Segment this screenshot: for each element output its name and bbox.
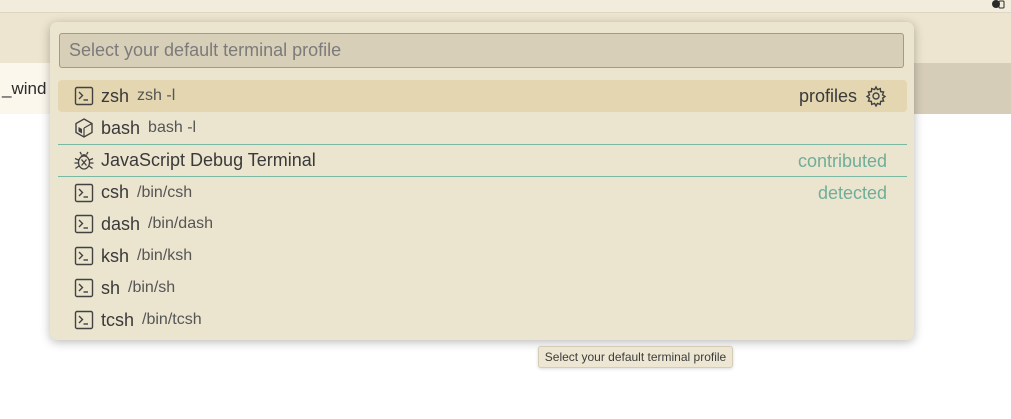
profile-item-sh[interactable]: sh /bin/sh [58,272,907,304]
terminal-icon [73,245,95,267]
terminal-icon [73,309,95,331]
profile-item-dash[interactable]: dash /bin/dash [58,208,907,240]
profile-label: ksh [101,245,130,266]
tooltip: Select your default terminal profile [538,346,733,368]
app-corner-icon [992,0,1005,9]
profile-item-bash[interactable]: bash bash -l [58,112,907,144]
profile-label: JavaScript Debug Terminal [101,150,316,170]
profile-description: /bin/dash [148,215,213,232]
debug-icon [73,150,95,172]
profile-label: csh [101,182,130,202]
group-label-detected: detected [817,182,887,203]
profile-label: tcsh [101,309,135,330]
terminal-icon [73,277,95,299]
profile-description: zsh -l [137,87,176,104]
quick-pick-input[interactable] [59,33,904,68]
bash-icon [73,117,95,139]
profile-item-zsh[interactable]: zsh zsh -l profiles [58,80,907,112]
window-top-strip [0,0,1011,13]
group-label-area: contributed [798,145,887,177]
terminal-icon [73,85,95,107]
group-label-contributed: contributed [797,150,887,171]
gear-icon[interactable] [865,85,887,107]
profile-label: dash [101,213,141,234]
profile-item-javascript-debug-terminal[interactable]: JavaScript Debug Terminal contributed [58,144,907,176]
terminal-icon [73,213,95,235]
group-label-area: detected [818,177,887,209]
profiles-link[interactable]: profiles [799,86,857,107]
profile-actions: profiles [799,80,887,112]
profile-label: zsh [101,85,130,106]
profile-description: /bin/sh [128,279,176,296]
profile-description: /bin/ksh [137,247,193,264]
profile-item-tcsh[interactable]: tcsh /bin/tcsh [58,304,907,336]
profile-description: /bin/tcsh [142,311,202,328]
profile-item-ksh[interactable]: ksh /bin/ksh [58,240,907,272]
quick-pick-list: zsh zsh -l profiles bash bash -l JavaScr… [58,80,907,336]
profile-label: bash [101,117,141,138]
profile-item-csh[interactable]: csh /bin/csh detected [58,176,907,208]
terminal-icon [73,182,95,204]
profile-label: sh [101,277,121,298]
profile-description: /bin/csh [137,183,193,201]
profile-description: bash -l [148,119,197,136]
quick-pick-widget: zsh zsh -l profiles bash bash -l JavaScr… [50,22,914,340]
